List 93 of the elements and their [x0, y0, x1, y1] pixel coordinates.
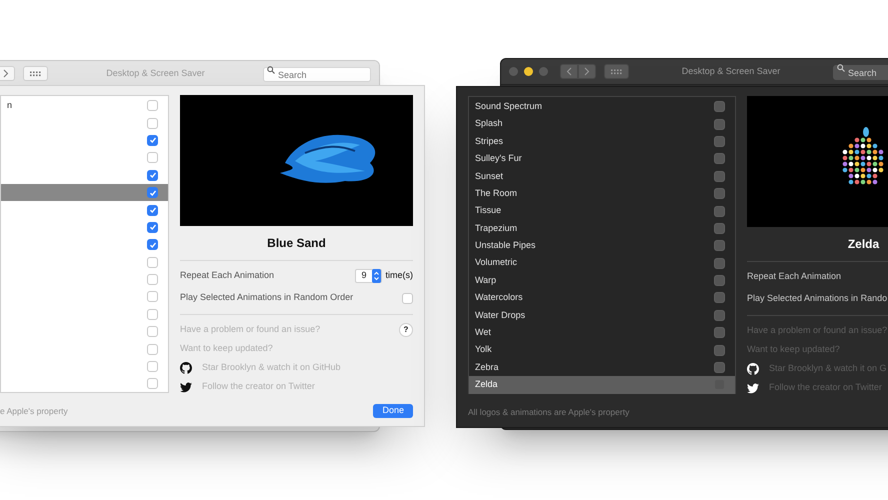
help-button[interactable]: ? — [399, 323, 413, 337]
checkbox[interactable] — [714, 258, 725, 269]
animation-name: Yolk — [475, 343, 492, 356]
animation-name: Zelda — [475, 378, 498, 392]
animation-name: Zebra — [475, 360, 499, 374]
animation-name: Sunset — [475, 170, 504, 182]
random-order-label: Play Selected Animations in Rando — [747, 292, 888, 306]
footer-note: All logos & animations are Apple's property — [468, 406, 630, 418]
checkbox[interactable] — [147, 239, 158, 250]
checkbox[interactable] — [714, 153, 725, 164]
animation-row[interactable]: Unstable Pipes — [469, 237, 735, 255]
animation-row[interactable]: Warp — [469, 272, 735, 290]
github-icon — [180, 362, 192, 374]
checkbox[interactable] — [714, 206, 725, 217]
animation-name: Watercolors — [475, 291, 523, 304]
forward-button[interactable] — [578, 64, 596, 79]
checkbox[interactable] — [714, 362, 725, 374]
github-icon — [747, 363, 759, 375]
search-icon — [837, 64, 845, 72]
animation-row[interactable]: Wet — [469, 324, 735, 342]
updates-text: Want to keep updated? — [180, 342, 273, 356]
search-icon — [267, 66, 275, 74]
animation-name: n — [7, 98, 12, 112]
window-title: Desktop & Screen Saver — [105, 66, 206, 80]
animation-name: The Room — [475, 186, 518, 200]
window-title: Desktop & Screen Saver — [680, 64, 782, 78]
checkbox[interactable] — [714, 188, 725, 200]
animation-name: Sound Spectrum — [475, 100, 542, 113]
animation-row[interactable]: Zelda — [469, 376, 735, 394]
footer-note: e Apple's property — [0, 404, 68, 418]
animation-row[interactable]: Sound Spectrum — [469, 98, 735, 116]
animation-row[interactable]: Tissue — [469, 202, 735, 220]
checkbox[interactable] — [147, 222, 158, 233]
checkbox[interactable] — [714, 275, 725, 286]
repeat-label: Repeat Each Animation — [180, 269, 274, 282]
animation-name: Trapezium — [475, 222, 518, 235]
checkbox[interactable] — [147, 187, 158, 198]
show-all-button[interactable] — [604, 64, 629, 79]
chevron-left-icon — [566, 67, 572, 76]
checkbox[interactable] — [714, 170, 725, 182]
back-button[interactable] — [560, 64, 578, 79]
random-order-label: Play Selected Animations in Random Order — [180, 291, 354, 304]
animation-row[interactable]: n — [1, 97, 168, 114]
zoom-icon[interactable] — [539, 67, 548, 76]
animation-row[interactable]: Stripes — [469, 132, 735, 150]
checkbox[interactable] — [714, 118, 725, 130]
checkbox[interactable] — [147, 134, 158, 146]
checkbox[interactable] — [147, 170, 158, 181]
checkbox[interactable] — [714, 136, 725, 147]
animation-name: Water Drops — [475, 308, 526, 322]
animation-name: Splash — [475, 117, 503, 130]
animation-row[interactable]: Water Drops — [469, 306, 735, 324]
checkbox[interactable] — [714, 222, 725, 234]
checkbox[interactable] — [714, 310, 725, 321]
preview-title: Zelda — [846, 236, 880, 253]
animation-name: Warp — [475, 274, 496, 287]
checkbox[interactable] — [714, 292, 725, 304]
chevron-right-icon — [584, 67, 590, 76]
checkbox[interactable] — [714, 327, 725, 338]
repeat-unit: time(s) — [386, 269, 413, 282]
animation-row[interactable]: Yolk — [469, 341, 735, 359]
animation-name: Stripes — [475, 134, 504, 148]
animation-row[interactable]: Sulley's Fur — [469, 150, 735, 168]
grid-icon — [611, 68, 622, 74]
animation-name: Sulley's Fur — [475, 152, 522, 166]
checkbox[interactable] — [147, 204, 158, 216]
animation-row[interactable]: Zebra — [469, 358, 735, 376]
animation-row[interactable]: Volumetric — [469, 254, 735, 272]
animation-name: Tissue — [475, 204, 502, 218]
done-button[interactable]: Done — [373, 404, 413, 418]
preview-title: Blue Sand — [266, 235, 327, 252]
minimize-icon[interactable] — [524, 67, 533, 76]
repeat-label: Repeat Each Animation — [747, 270, 842, 284]
animation-row[interactable]: Splash — [469, 115, 735, 133]
close-icon[interactable] — [509, 67, 518, 76]
bird-icon — [747, 382, 759, 394]
search-field[interactable]: Search — [833, 65, 888, 80]
animation-name: Volumetric — [475, 256, 518, 270]
animation-name: Unstable Pipes — [475, 239, 536, 252]
checkbox[interactable] — [714, 344, 725, 356]
checkbox[interactable] — [714, 101, 725, 112]
chevron-right-icon — [3, 69, 9, 78]
animation-row[interactable]: Trapezium — [469, 220, 735, 238]
stepper-arrows-icon — [372, 269, 380, 283]
animation-row[interactable]: Watercolors — [469, 289, 735, 307]
animation-row[interactable]: Sunset — [469, 168, 735, 185]
animation-row[interactable] — [1, 184, 168, 202]
repeat-stepper[interactable]: 9 — [355, 269, 382, 283]
checkbox[interactable] — [714, 240, 725, 252]
animation-name: Wet — [475, 326, 491, 340]
bird-icon — [180, 382, 192, 392]
animation-row[interactable]: The Room — [469, 184, 735, 202]
grid-icon — [30, 70, 41, 76]
